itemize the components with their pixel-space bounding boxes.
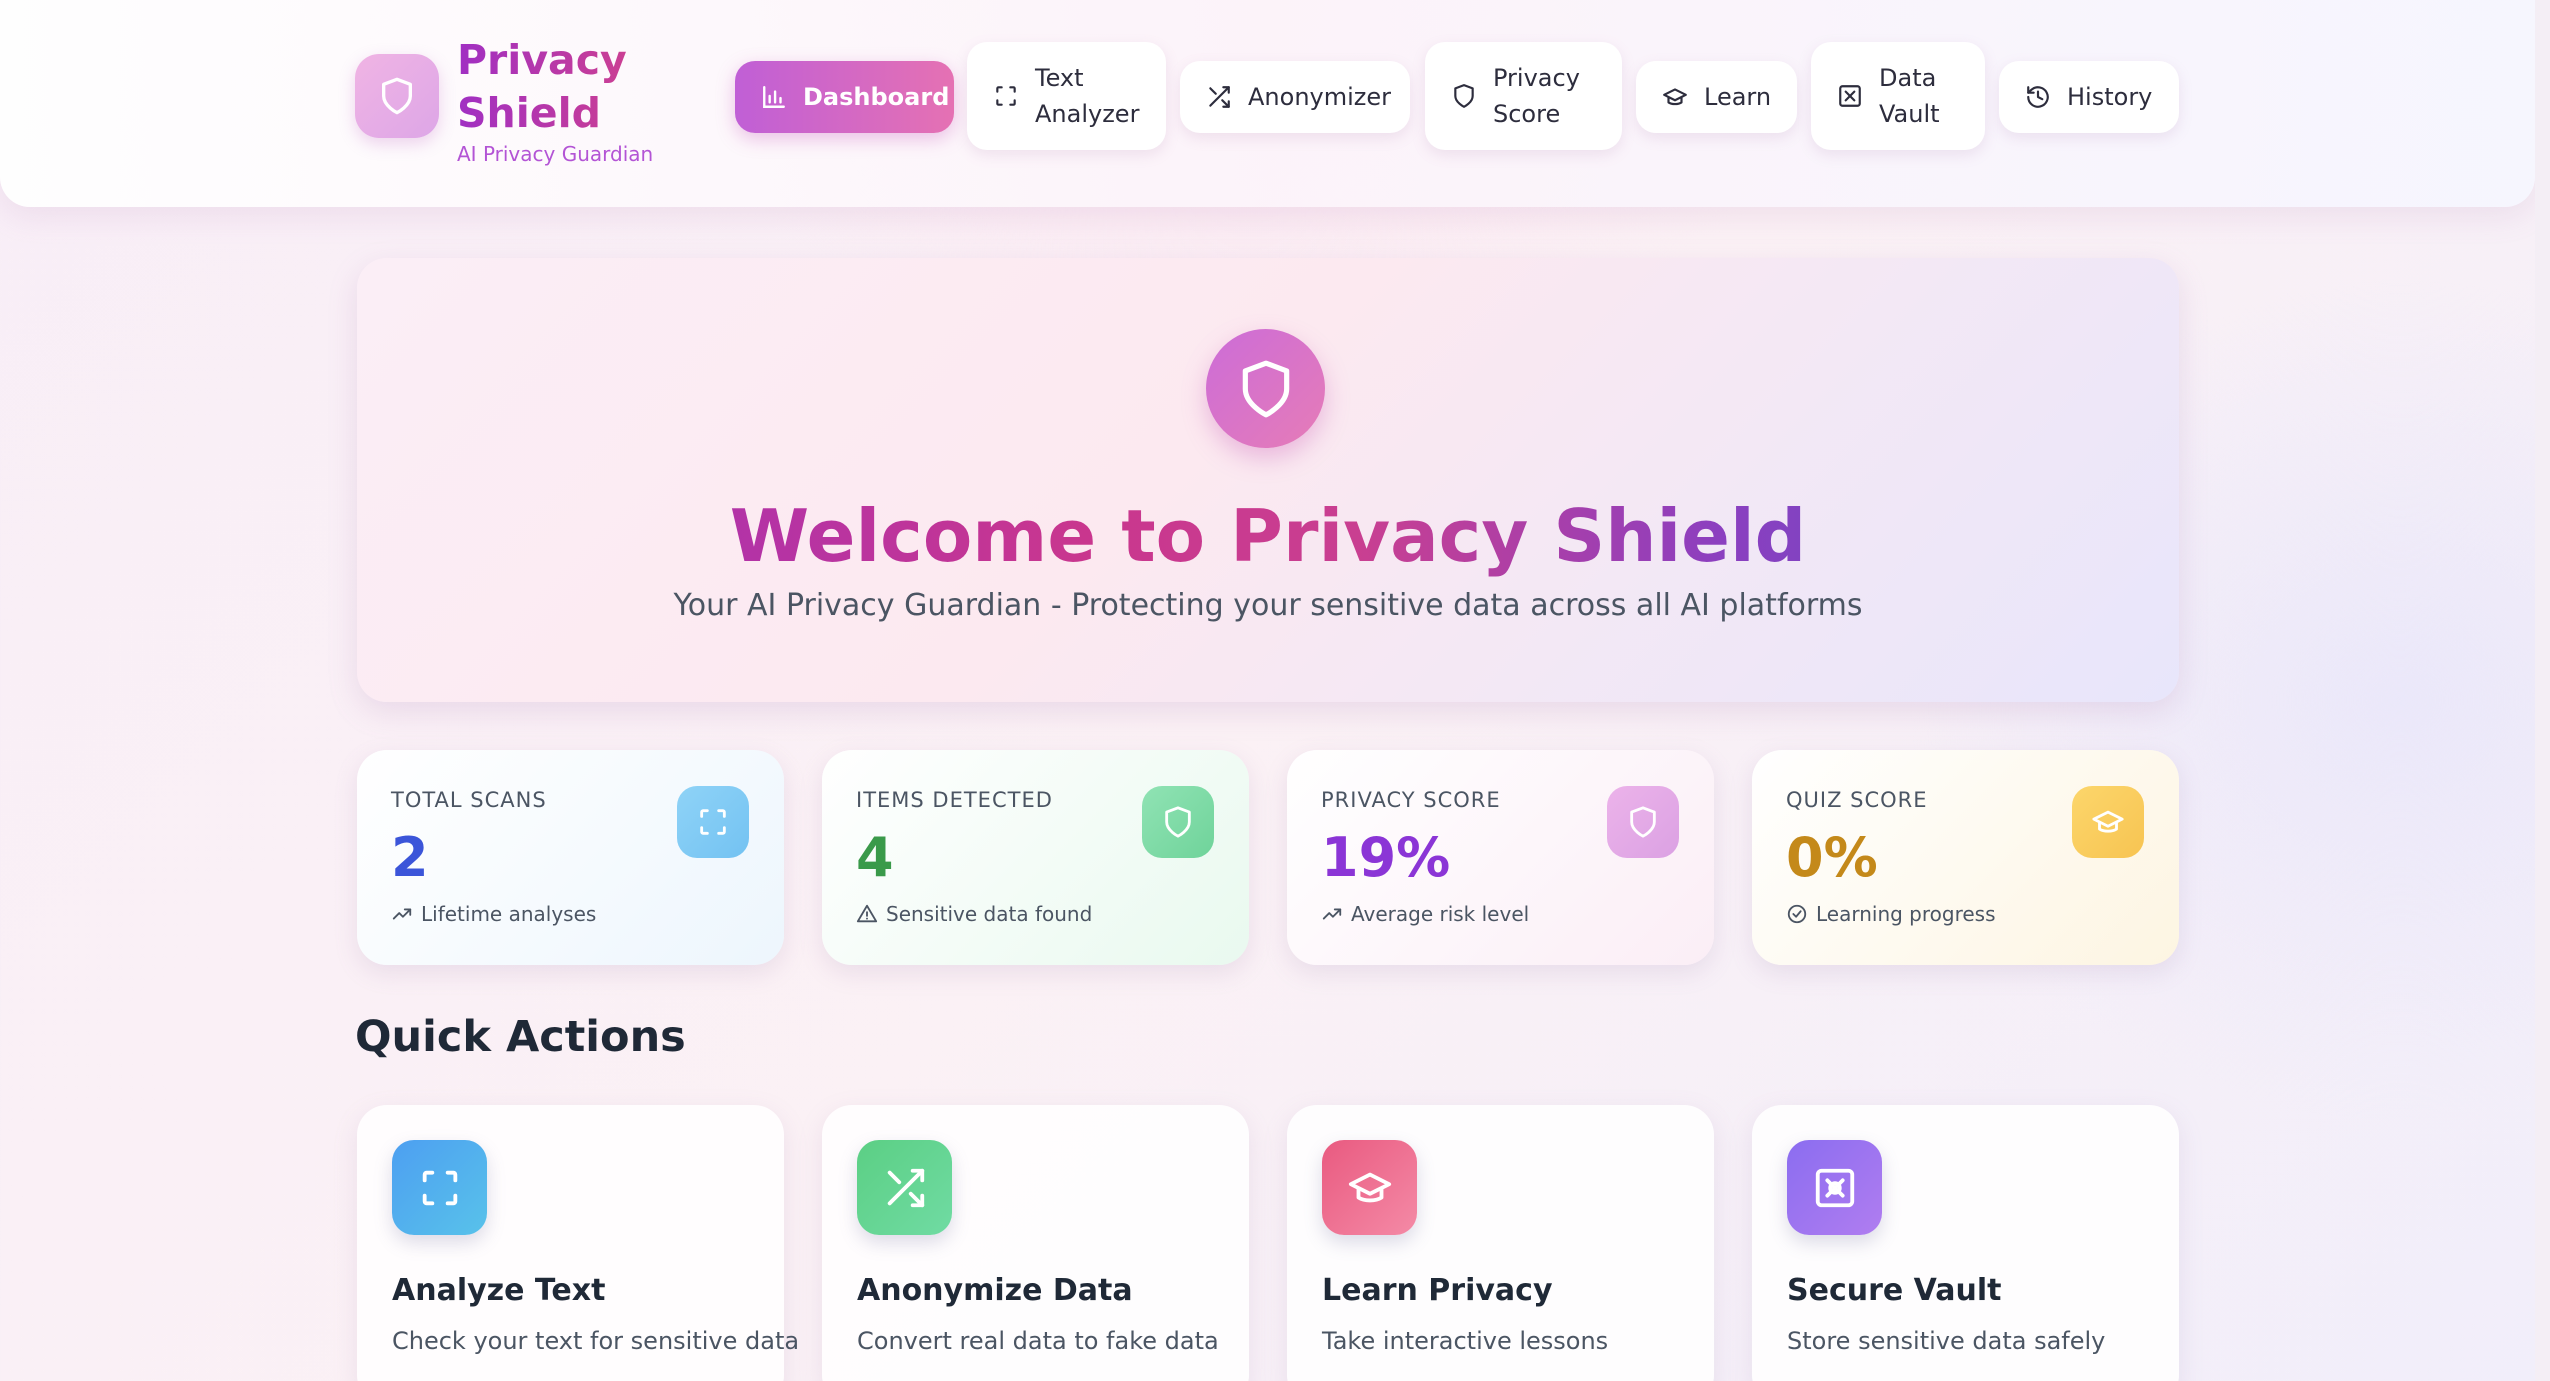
action-analyze-text[interactable]: Analyze Text Check your text for sensiti… xyxy=(357,1105,799,1381)
stat-value: 4 xyxy=(856,826,894,889)
scan-icon xyxy=(422,1170,457,1205)
action-description: Check your text for sensitive data xyxy=(392,1327,800,1355)
nav-history[interactable]: History xyxy=(1999,61,2179,133)
action-anonymize-data[interactable]: Anonymize Data Convert real data to fake… xyxy=(822,1105,1249,1381)
shield-icon xyxy=(1242,360,1289,417)
warning-icon xyxy=(856,904,878,923)
nav-data-vault[interactable]: Data Vault xyxy=(1811,42,1985,150)
nav-dashboard-label: Dashboard xyxy=(803,83,950,111)
graduation-cap-icon xyxy=(2092,810,2124,833)
check-circle-icon xyxy=(1787,904,1807,924)
main-nav: Dashboard Text Analyzer Anonymizer Priva… xyxy=(0,41,2550,151)
nav-data-vault-label: Data Vault xyxy=(1879,64,1940,128)
stat-label: QUIZ SCORE xyxy=(1786,788,1928,812)
hero-shield xyxy=(1206,329,1325,448)
trending-up-icon xyxy=(392,908,412,920)
action-icon xyxy=(857,1140,952,1235)
shield-icon xyxy=(1630,806,1656,838)
quick-actions-title: Quick Actions xyxy=(355,1012,686,1062)
action-title: Analyze Text xyxy=(392,1273,606,1308)
action-secure-vault[interactable]: Secure Vault Store sensitive data safely xyxy=(1752,1105,2179,1381)
action-icon xyxy=(392,1140,487,1235)
stat-footer-text: Learning progress xyxy=(1816,902,1996,926)
action-title: Secure Vault xyxy=(1787,1273,2002,1308)
stat-footer: Learning progress xyxy=(1786,902,1996,926)
stat-footer: Average risk level xyxy=(1321,902,1529,926)
stat-label: PRIVACY SCORE xyxy=(1321,788,1501,812)
stat-card-items-detected: ITEMS DETECTED 4 Sensitive data found xyxy=(822,750,1249,965)
shield-icon xyxy=(1165,806,1191,838)
history-icon xyxy=(2027,86,2049,108)
action-description: Take interactive lessons xyxy=(1322,1327,1609,1355)
stat-footer-text: Sensitive data found xyxy=(886,902,1093,926)
top-header: Privacy Shield AI Privacy Guardian Dashb… xyxy=(0,0,2535,207)
stat-card-quiz-score: QUIZ SCORE 0% Learning progress xyxy=(1752,750,2179,965)
stat-card-total-scans: TOTAL SCANS 2 Lifetime analyses xyxy=(357,750,784,965)
nav-text-analyzer-label: Text Analyzer xyxy=(1035,64,1140,128)
stat-footer-text: Lifetime analyses xyxy=(421,902,597,926)
stat-icon xyxy=(1142,786,1214,858)
trending-up-icon xyxy=(1322,908,1342,920)
stat-icon xyxy=(1607,786,1679,858)
shuffle-icon xyxy=(1209,86,1230,108)
stat-icon xyxy=(2072,786,2144,858)
hero-title: Welcome to Privacy Shield xyxy=(357,488,2179,584)
shield-icon xyxy=(1454,84,1474,108)
nav-privacy-score-label: Privacy Score xyxy=(1493,64,1580,128)
vault-icon xyxy=(1839,85,1861,107)
action-title: Learn Privacy xyxy=(1322,1273,1553,1308)
nav-anonymizer[interactable]: Anonymizer xyxy=(1180,61,1410,133)
nav-learn[interactable]: Learn xyxy=(1636,61,1797,133)
stat-value: 19% xyxy=(1321,826,1451,889)
graduation-cap-icon xyxy=(1663,88,1687,106)
hero-subtitle: Your AI Privacy Guardian - Protecting yo… xyxy=(673,588,1863,623)
stat-value: 2 xyxy=(391,826,429,889)
nav-dashboard[interactable]: Dashboard xyxy=(735,61,954,133)
stat-label: ITEMS DETECTED xyxy=(856,788,1053,812)
bar-chart-icon xyxy=(763,86,785,108)
vault-icon xyxy=(1815,1168,1854,1207)
graduation-cap-icon xyxy=(1348,1172,1391,1202)
stat-value: 0% xyxy=(1786,826,1878,889)
stat-icon xyxy=(677,786,749,858)
welcome-hero: Welcome to Privacy Shield Your AI Privac… xyxy=(357,258,2179,702)
action-learn-privacy[interactable]: Learn Privacy Take interactive lessons xyxy=(1287,1105,1714,1381)
nav-text-analyzer[interactable]: Text Analyzer xyxy=(967,42,1166,150)
nav-learn-label: Learn xyxy=(1704,83,1772,111)
nav-history-label: History xyxy=(2067,83,2153,111)
action-title: Anonymize Data xyxy=(857,1273,1133,1308)
scrollbar[interactable] xyxy=(2535,0,2550,1381)
nav-privacy-score[interactable]: Privacy Score xyxy=(1425,42,1622,150)
stat-footer: Lifetime analyses xyxy=(391,902,596,926)
stat-footer-text: Average risk level xyxy=(1351,902,1530,926)
stat-card-privacy-score: PRIVACY SCORE 19% Average risk level xyxy=(1287,750,1714,965)
stat-label: TOTAL SCANS xyxy=(391,788,547,812)
scan-icon xyxy=(996,86,1016,106)
action-description: Convert real data to fake data xyxy=(857,1327,1219,1355)
nav-anonymizer-label: Anonymizer xyxy=(1248,83,1392,111)
action-description: Store sensitive data safely xyxy=(1787,1327,2106,1355)
stat-footer: Sensitive data found xyxy=(856,902,1092,926)
shuffle-icon xyxy=(887,1168,924,1207)
scan-icon xyxy=(700,809,726,835)
action-icon xyxy=(1322,1140,1417,1235)
action-icon xyxy=(1787,1140,1882,1235)
